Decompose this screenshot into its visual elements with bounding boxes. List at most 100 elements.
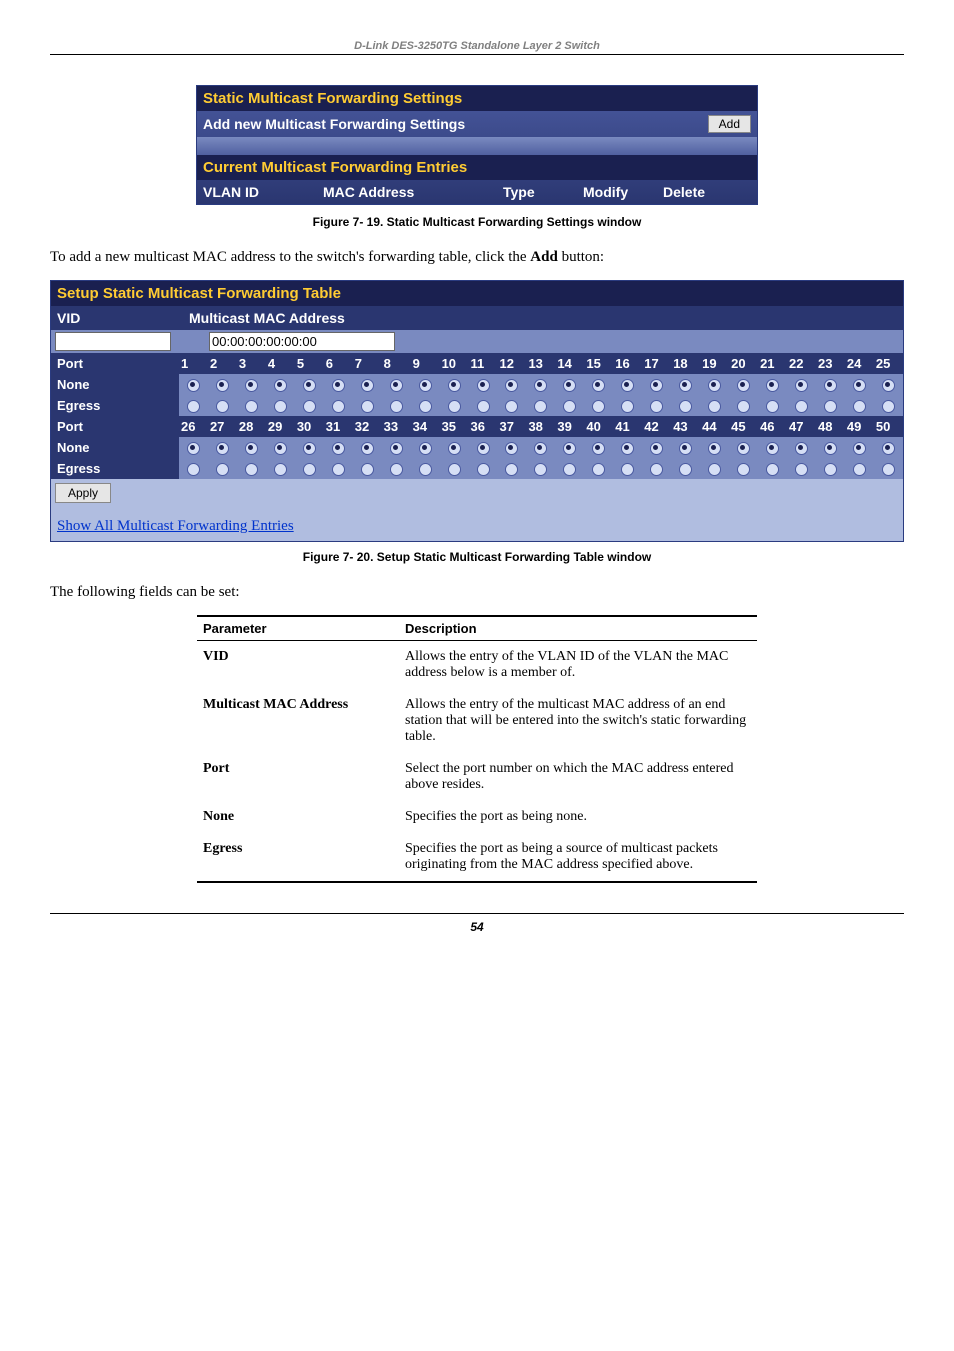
egress-radio[interactable] [419, 463, 432, 476]
none-radio[interactable] [216, 379, 229, 392]
add-button[interactable]: Add [708, 115, 751, 133]
egress-radio[interactable] [795, 400, 808, 413]
none-radio[interactable] [274, 442, 287, 455]
none-radio[interactable] [650, 442, 663, 455]
egress-radio[interactable] [592, 463, 605, 476]
egress-radio[interactable] [361, 400, 374, 413]
none-radio[interactable] [187, 379, 200, 392]
egress-radio[interactable] [679, 400, 692, 413]
egress-radio[interactable] [766, 463, 779, 476]
egress-radio[interactable] [563, 400, 576, 413]
egress-radio[interactable] [216, 400, 229, 413]
none-radio[interactable] [216, 442, 229, 455]
none-radio[interactable] [563, 442, 576, 455]
egress-radio[interactable] [477, 400, 490, 413]
vid-input[interactable] [55, 332, 171, 351]
egress-radio[interactable] [448, 400, 461, 413]
egress-radio[interactable] [216, 463, 229, 476]
none-radio[interactable] [390, 379, 403, 392]
egress-radio[interactable] [303, 400, 316, 413]
none-radio[interactable] [332, 442, 345, 455]
none-radio[interactable] [505, 379, 518, 392]
egress-radio[interactable] [419, 400, 432, 413]
egress-radio[interactable] [361, 463, 374, 476]
egress-radio[interactable] [737, 463, 750, 476]
none-radio[interactable] [621, 442, 634, 455]
none-radio[interactable] [534, 442, 547, 455]
none-radio[interactable] [650, 379, 663, 392]
egress-radio[interactable] [332, 400, 345, 413]
egress-radio[interactable] [274, 463, 287, 476]
egress-radio[interactable] [505, 400, 518, 413]
none-radio[interactable] [737, 379, 750, 392]
none-radio[interactable] [448, 379, 461, 392]
egress-radio[interactable] [708, 400, 721, 413]
none-radio[interactable] [187, 442, 200, 455]
egress-radio[interactable] [187, 400, 200, 413]
egress-radio[interactable] [274, 400, 287, 413]
egress-radio[interactable] [477, 463, 490, 476]
egress-radio[interactable] [824, 400, 837, 413]
egress-radio[interactable] [737, 400, 750, 413]
none-radio[interactable] [534, 379, 547, 392]
none-radio[interactable] [708, 442, 721, 455]
egress-radio[interactable] [708, 463, 721, 476]
none-radio[interactable] [679, 442, 692, 455]
none-radio[interactable] [303, 442, 316, 455]
none-radio[interactable] [592, 442, 605, 455]
none-radio[interactable] [245, 442, 258, 455]
none-radio[interactable] [563, 379, 576, 392]
egress-radio[interactable] [448, 463, 461, 476]
egress-radio[interactable] [853, 463, 866, 476]
egress-radio[interactable] [245, 400, 258, 413]
none-radio[interactable] [390, 442, 403, 455]
none-radio[interactable] [419, 442, 432, 455]
egress-radio[interactable] [592, 400, 605, 413]
mac-input[interactable] [209, 332, 395, 351]
egress-radio[interactable] [766, 400, 779, 413]
egress-radio[interactable] [390, 400, 403, 413]
none-radio[interactable] [274, 379, 287, 392]
none-radio[interactable] [621, 379, 634, 392]
none-radio[interactable] [477, 442, 490, 455]
egress-radio[interactable] [621, 463, 634, 476]
egress-radio[interactable] [621, 400, 634, 413]
none-radio[interactable] [303, 379, 316, 392]
none-radio[interactable] [245, 379, 258, 392]
none-radio[interactable] [853, 442, 866, 455]
none-radio[interactable] [882, 379, 895, 392]
none-radio[interactable] [824, 442, 837, 455]
egress-radio[interactable] [795, 463, 808, 476]
none-radio[interactable] [361, 379, 374, 392]
none-radio[interactable] [708, 379, 721, 392]
none-radio[interactable] [766, 442, 779, 455]
egress-radio[interactable] [390, 463, 403, 476]
show-all-entries-link[interactable]: Show All Multicast Forwarding Entries [57, 518, 294, 534]
none-radio[interactable] [592, 379, 605, 392]
egress-radio[interactable] [303, 463, 316, 476]
egress-radio[interactable] [563, 463, 576, 476]
none-radio[interactable] [824, 379, 837, 392]
egress-radio[interactable] [650, 463, 663, 476]
none-radio[interactable] [853, 379, 866, 392]
none-radio[interactable] [448, 442, 461, 455]
none-radio[interactable] [795, 379, 808, 392]
egress-radio[interactable] [187, 463, 200, 476]
egress-radio[interactable] [245, 463, 258, 476]
egress-radio[interactable] [853, 400, 866, 413]
none-radio[interactable] [737, 442, 750, 455]
none-radio[interactable] [795, 442, 808, 455]
egress-radio[interactable] [332, 463, 345, 476]
apply-button[interactable]: Apply [55, 483, 111, 503]
none-radio[interactable] [477, 379, 490, 392]
none-radio[interactable] [766, 379, 779, 392]
none-radio[interactable] [419, 379, 432, 392]
egress-radio[interactable] [679, 463, 692, 476]
egress-radio[interactable] [882, 463, 895, 476]
egress-radio[interactable] [824, 463, 837, 476]
egress-radio[interactable] [534, 463, 547, 476]
none-radio[interactable] [679, 379, 692, 392]
none-radio[interactable] [361, 442, 374, 455]
egress-radio[interactable] [505, 463, 518, 476]
egress-radio[interactable] [882, 400, 895, 413]
